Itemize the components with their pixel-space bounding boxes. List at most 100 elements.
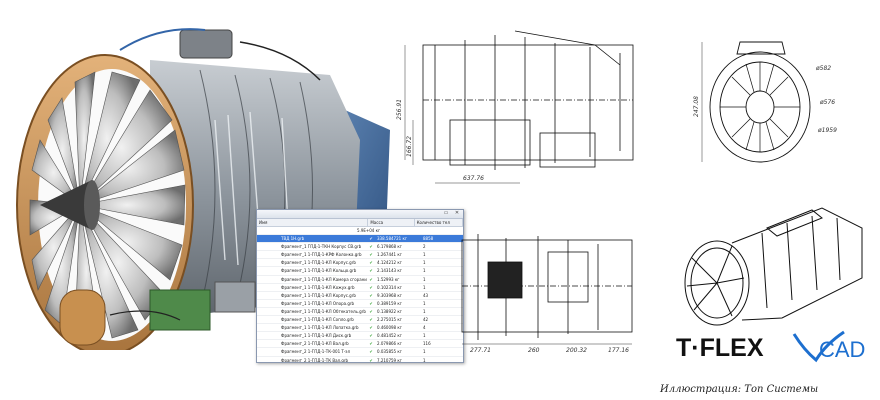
tree-row[interactable]: Фрагмент_1 1-ГПД-1-КЛ Лопатка.grb ✔ 0.4600… — [257, 324, 463, 333]
tree-row-name: Фрагмент_1 1-ГПД-1-КЛ Корпус.grb — [281, 292, 356, 298]
tree-row-name: Фрагмент_1 1-ГПД-1-КЛ Кольцо.grb — [281, 268, 357, 274]
tree-row-mass: 0.460098 кг — [377, 325, 402, 331]
check-icon[interactable]: ✔ — [367, 292, 375, 299]
tree-row-name: ТВД 1Н.grb — [281, 236, 305, 242]
check-icon[interactable]: ✔ — [367, 243, 375, 250]
tree-row-mass: 1.267441 кг — [377, 252, 402, 258]
dim-length: 637.76 — [463, 175, 484, 182]
tree-row-qty: 1 — [423, 308, 426, 314]
gearbox-cylinder — [59, 289, 106, 346]
window-titlebar[interactable]: ▭ ✕ — [257, 210, 463, 219]
tree-row-name: Фрагмент_1 1-ГПД-1-КЛ Камера сгорания — [281, 276, 367, 282]
dim-d2: ø576 — [819, 99, 835, 106]
drawing-front-view: 256.91 166.72 637.76 — [396, 30, 634, 184]
tree-row-name: Фрагмент_2 1-ГПД-1-ТК-001 Т-эл — [281, 349, 351, 355]
tree-row[interactable]: Фрагмент_1 1-ГПД-1-КЛ Сопло.grb ✔ 2.275015… — [257, 316, 463, 325]
tree-row-mass: 0.102314 кг — [377, 284, 402, 290]
check-icon[interactable]: ✔ — [367, 251, 375, 258]
check-icon[interactable]: ✔ — [367, 332, 375, 339]
dim-plan-4: 177.16 — [608, 347, 629, 354]
tree-row-qty: 42 — [423, 317, 429, 323]
column-name[interactable]: Имя — [257, 219, 369, 226]
tree-row[interactable]: Фрагмент_1 1-ГПД-1-КЛ Опора.grb ✔ 0.389159… — [257, 300, 463, 308]
dim-plan-2: 260 — [528, 347, 540, 354]
dim-lower-height: 166.72 — [406, 136, 413, 157]
tree-row[interactable]: Фрагмент_1 ГПД-1-ТКН Корпус СВ.grb ✔ 6.179… — [257, 243, 463, 252]
tree-row[interactable]: Фрагмент_1 1-ГПД-1-КЛ Камера сгорания ✔ 1.… — [257, 276, 463, 284]
dim-overall-height: 256.91 — [396, 99, 403, 120]
dim-plan-3: 200.32 — [566, 347, 587, 354]
tree-row-mass: 2.143143 кг — [377, 268, 402, 274]
tree-row-mass: 7.210759 кг — [377, 357, 402, 363]
tree-row-name: Фрагмент_1 1-ГПД-1-КЛ Обтекатель.grb — [281, 308, 366, 314]
dim-side-height: 247.08 — [693, 96, 700, 117]
tree-row-mass: 6.179868 кг — [377, 244, 402, 250]
tree-row-name: Фрагмент_1 1-ГПД-1-КЛ Диск.grb — [281, 333, 352, 339]
minimize-icon[interactable]: ▭ — [443, 211, 449, 216]
drawing-isometric-view — [684, 207, 863, 326]
check-icon[interactable]: ✔ — [367, 324, 375, 331]
tree-row-mass: 2.079866 кг — [377, 341, 402, 347]
tree-row-mass: 1.52993 кг — [377, 276, 400, 282]
tree-row-name: Фрагмент_1 1-ГПД-1-КЛ Корпус.grb — [281, 260, 356, 266]
tree-row[interactable]: Фрагмент_1 1-ГПД-1-КЛ Корпус.grb ✔ 9.30396… — [257, 292, 463, 300]
oil-unit — [149, 289, 211, 331]
total-mass: 5.9E+04 кг — [357, 228, 381, 233]
check-icon[interactable]: ✔ — [367, 259, 375, 266]
tree-row[interactable]: Фрагмент_1 1-ГПД-1-КРФ Колонка.grb ✔ 1.267… — [257, 251, 463, 260]
tree-row-qty: 1 — [423, 333, 426, 339]
tree-row-qty: 2 — [423, 244, 426, 250]
check-icon[interactable]: ✔ — [367, 300, 375, 307]
check-icon[interactable]: ✔ — [367, 316, 375, 323]
tree-row[interactable]: Фрагмент_2 1-ГПД-1-ТК Вал.grb ✔ 7.210759 к… — [257, 357, 463, 363]
check-icon[interactable]: ✔ — [367, 348, 375, 355]
tree-row-mass: 2.275015 кг — [377, 317, 402, 323]
check-icon[interactable]: ✔ — [367, 235, 375, 242]
top-accessory-box — [179, 29, 233, 59]
check-icon[interactable]: ✔ — [367, 284, 375, 291]
column-qty[interactable]: Количество тел — [415, 219, 463, 226]
tree-row[interactable]: Фрагмент_1 1-ГПД-1-КЛ Обтекатель.grb ✔ 0.1… — [257, 308, 463, 317]
dim-d1: ø582 — [815, 65, 831, 72]
tree-row-name: Фрагмент_1 1-ГПД-1-КЛ Опора.grb — [281, 300, 355, 306]
tree-row-name: Фрагмент_1 1-ГПД-1-КРФ Колонка.grb — [281, 252, 362, 258]
check-icon[interactable]: ✔ — [367, 357, 375, 363]
tree-row[interactable]: Фрагмент_1 1-ГПД-1-КЛ Кожух.grb ✔ 0.102314… — [257, 284, 463, 292]
tree-row-qty: 1 — [423, 357, 426, 363]
logo-text-tflex: T·FLEX — [676, 334, 764, 362]
tree-row-qty: 4 — [423, 325, 426, 331]
tree-row-qty: 116 — [423, 341, 431, 347]
tree-row-qty: 8858 — [423, 236, 434, 242]
check-icon[interactable]: ✔ — [367, 340, 375, 347]
tree-row[interactable]: Фрагмент_2 1-ГПД-1-КЛ Вал.grb ✔ 2.079866 к… — [257, 340, 463, 349]
dim-plan-1: 277.71 — [470, 347, 491, 354]
tree-row[interactable]: Фрагмент_1 1-ГПД-1-КЛ Кольцо.grb ✔ 2.14314… — [257, 267, 463, 276]
table-header: Имя Масса Количество тел — [257, 219, 463, 227]
close-icon[interactable]: ✕ — [454, 211, 460, 216]
tree-row-mass: 0.035855 кг — [377, 349, 402, 355]
tree-row[interactable]: Фрагмент_1 1-ГПД-1-КЛ Корпус.grb ✔ 4.12421… — [257, 259, 463, 268]
tree-row[interactable]: Фрагмент_1 1-ГПД-1-КЛ Диск.grb ✔ 0.481452 … — [257, 332, 463, 341]
tree-row-mass: 0.389159 кг — [377, 300, 402, 306]
tree-row-mass: 338.584721 кг — [377, 236, 407, 242]
check-icon[interactable]: ✔ — [367, 267, 375, 274]
tflex-cad-logo: T·FLEX CAD — [676, 330, 865, 363]
logo-text-cad: CAD — [819, 337, 865, 362]
tree-row-qty: 43 — [423, 292, 429, 298]
drawing-plan-view: 277.71 260 200.32 177.16 — [461, 234, 633, 354]
tree-row-name: Фрагмент_1 1-ГПД-1-КЛ Лопатка.grb — [281, 325, 359, 331]
tree-row-qty: 1 — [423, 268, 426, 274]
tree-row[interactable]: ТВД 1Н.grb ✔ 338.584721 кг 8858 — [257, 235, 463, 244]
tree-row-mass: 4.124212 кг — [377, 260, 402, 266]
check-icon[interactable]: ✔ — [367, 276, 375, 283]
image-caption: Иллюстрация: Топ Системы — [660, 384, 819, 395]
tree-row-qty: 1 — [423, 252, 426, 258]
tree-row-name: Фрагмент_2 1-ГПД-1-ТК Вал.grb — [281, 357, 349, 363]
column-mass[interactable]: Масса — [368, 219, 415, 226]
tree-row[interactable]: Фрагмент_2 1-ГПД-1-ТК-001 Т-эл ✔ 0.035855 … — [257, 348, 463, 357]
structure-window[interactable]: ▭ ✕ Имя Масса Количество тел 5.9E+04 кг … — [256, 209, 464, 363]
structure-tree[interactable]: ТВД 1Н.grb ✔ 338.584721 кг 8858 Фрагмент_1 Г… — [257, 235, 463, 363]
tree-row-name: Фрагмент_1 ГПД-1-ТКН Корпус СВ.grb — [281, 244, 362, 250]
check-icon[interactable]: ✔ — [367, 308, 375, 315]
dim-d3: ø1959 — [817, 127, 837, 134]
